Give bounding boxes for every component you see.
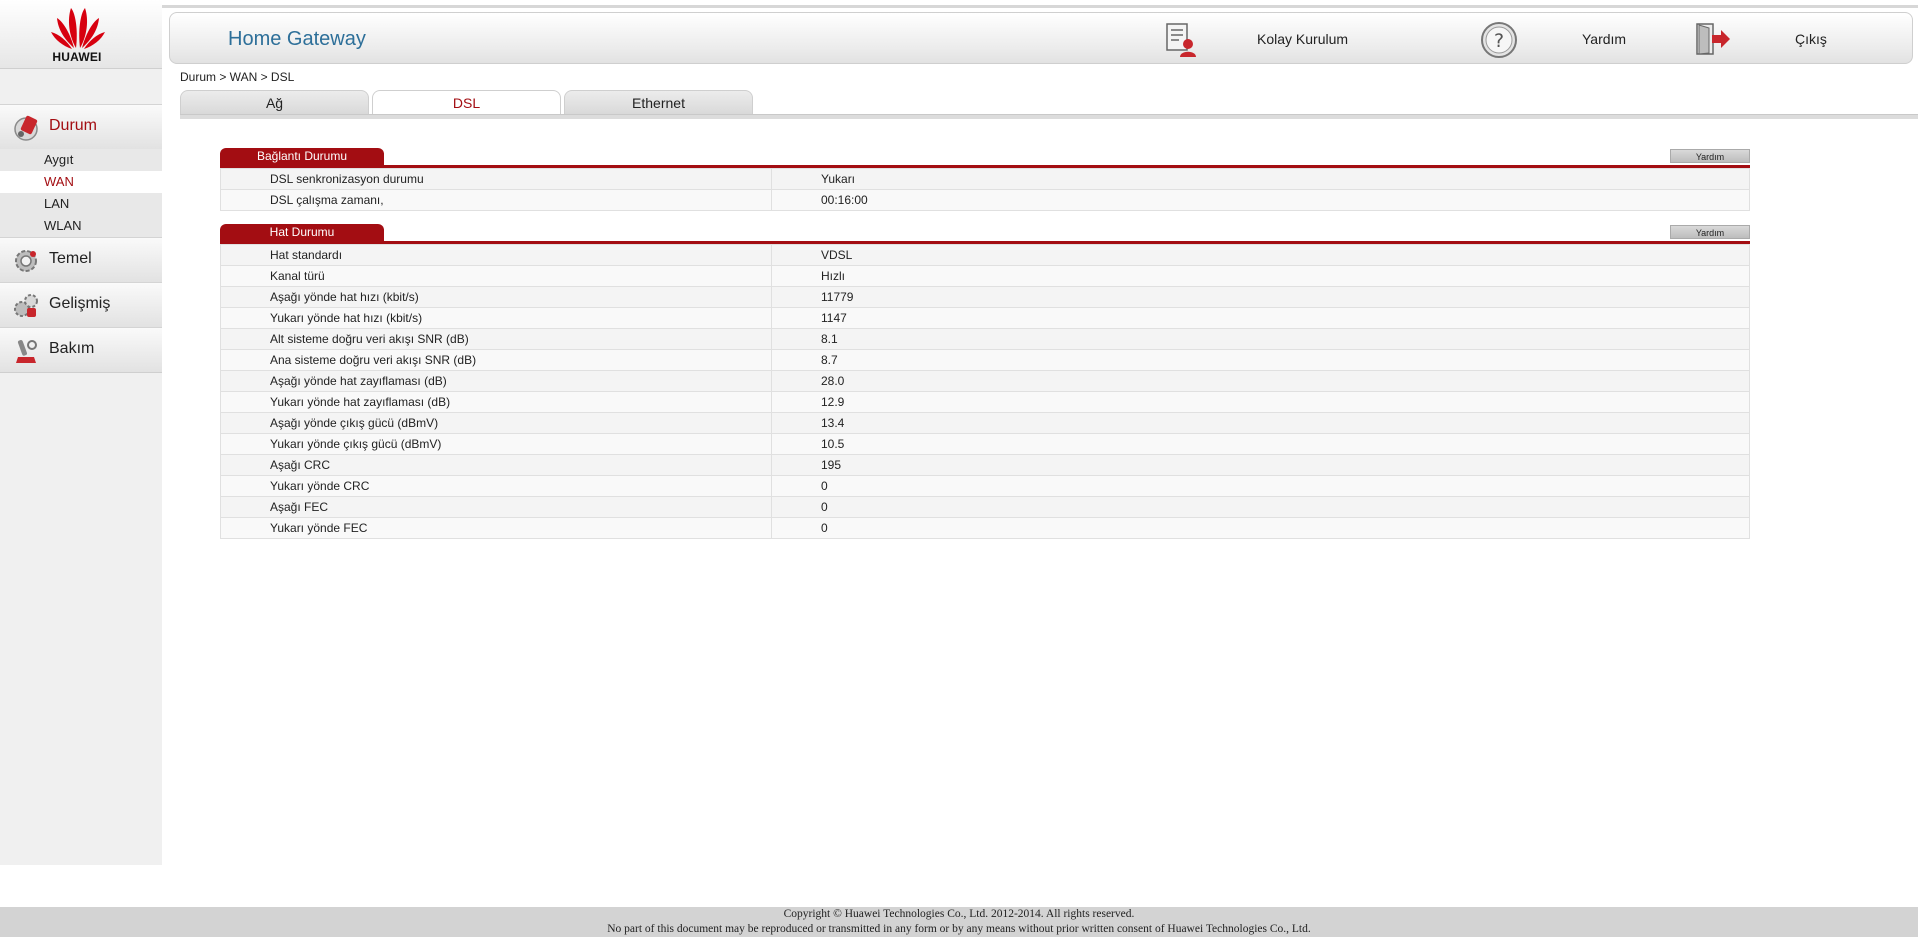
sidebar-subitem-lan[interactable]: LAN [0, 193, 162, 215]
huawei-logo-icon [51, 8, 105, 49]
row-value: 10.5 [771, 433, 1750, 455]
connection-status-table: DSL senkronizasyon durumu Yukarı DSL çalış… [220, 168, 1750, 211]
connection-status-section: Bağlantı Durumu Yardım DSL senkronizasyo… [220, 148, 1750, 211]
sidebar-item-bakim[interactable]: Bakım [0, 327, 162, 373]
row-label: DSL senkronizasyon durumu [220, 168, 772, 190]
section-help-button[interactable]: Yardım [1670, 149, 1750, 163]
row-label: Aşağı yönde hat hızı (kbit/s) [220, 286, 772, 308]
row-label: Ana sisteme doğru veri akışı SNR (dB) [220, 349, 772, 371]
breadcrumb: Durum > WAN > DSL [180, 70, 295, 84]
quick-setup-link[interactable]: Kolay Kurulum [1164, 13, 1394, 65]
header-bar: Home Gateway Kolay Kurulum ? Yardım Çıkı… [169, 12, 1913, 64]
row-value: 11779 [771, 286, 1750, 308]
sidebar-item-label: Bakım [49, 340, 95, 357]
sidebar-item-temel[interactable]: Temel [0, 237, 162, 283]
quick-setup-icon [1166, 23, 1196, 57]
table-row: Ana sisteme doğru veri akışı SNR (dB) 8.7 [220, 349, 1750, 371]
row-value: 8.7 [771, 349, 1750, 371]
table-row: Aşağı CRC 195 [220, 454, 1750, 476]
maintenance-icon [16, 340, 37, 363]
section-header: Bağlantı Durumu Yardım [220, 148, 1750, 168]
status-icon [14, 115, 38, 141]
table-row: Kanal türü Hızlı [220, 265, 1750, 287]
footer: Copyright © Huawei Technologies Co., Ltd… [0, 907, 1918, 937]
sidebar-item-label: Temel [49, 250, 92, 267]
row-value: 8.1 [771, 328, 1750, 350]
sidebar-item-gelismis[interactable]: Gelişmiş [0, 282, 162, 328]
row-value: 13.4 [771, 412, 1750, 434]
table-row: Aşağı yönde hat zayıflaması (dB) 28.0 [220, 370, 1750, 392]
advanced-settings-icon [14, 294, 38, 317]
row-label: Aşağı FEC [220, 496, 772, 518]
section-title: Bağlantı Durumu [220, 148, 384, 165]
line-status-section: Hat Durumu Yardım Hat standardı VDSL Kanal… [220, 224, 1750, 539]
top-strip [162, 5, 1918, 8]
sidebar-item-label: Gelişmiş [49, 295, 111, 312]
svg-text:?: ? [1494, 30, 1504, 52]
row-label: Aşağı yönde hat zayıflaması (dB) [220, 370, 772, 392]
row-value: Yukarı [771, 168, 1750, 190]
sidebar-item-label: Durum [49, 117, 98, 134]
row-value: 00:16:00 [771, 189, 1750, 211]
row-label: Yukarı yönde hat hızı (kbit/s) [220, 307, 772, 329]
table-row: DSL çalışma zamanı, 00:16:00 [220, 189, 1750, 211]
row-label: Yukarı yönde çıkış gücü (dBmV) [220, 433, 772, 455]
table-row: Aşağı yönde çıkış gücü (dBmV) 13.4 [220, 412, 1750, 434]
table-row: Aşağı yönde hat hızı (kbit/s) 11779 [220, 286, 1750, 308]
table-row: Yukarı yönde hat zayıflaması (dB) 12.9 [220, 391, 1750, 413]
section-title: Hat Durumu [220, 224, 384, 241]
row-label: Yukarı yönde hat zayıflaması (dB) [220, 391, 772, 413]
table-row: DSL senkronizasyon durumu Yukarı [220, 168, 1750, 190]
table-row: Alt sisteme doğru veri akışı SNR (dB) 8.1 [220, 328, 1750, 350]
tab-ag[interactable]: Ağ [180, 90, 369, 114]
row-label: Aşağı yönde çıkış gücü (dBmV) [220, 412, 772, 434]
sidebar-subitem-wlan[interactable]: WLAN [0, 215, 162, 237]
row-value: 12.9 [771, 391, 1750, 413]
help-label: Yardım [1582, 31, 1627, 47]
row-value: 28.0 [771, 370, 1750, 392]
tab-ethernet[interactable]: Ethernet [564, 90, 753, 114]
row-value: Hızlı [771, 265, 1750, 287]
sidebar: HUAWEI Durum Aygıt WAN LAN WLAN Temel Ge… [0, 0, 162, 865]
row-label: Hat standardı [220, 244, 772, 266]
sidebar-subitem-aygit[interactable]: Aygıt [0, 149, 162, 171]
row-value: 0 [771, 496, 1750, 518]
line-status-table: Hat standardı VDSL Kanal türü Hızlı Aşağı yö… [220, 244, 1750, 539]
table-row: Yukarı yönde CRC 0 [220, 475, 1750, 497]
row-label: Yukarı yönde CRC [220, 475, 772, 497]
basic-settings-icon [15, 250, 37, 272]
help-icon: ? [1481, 22, 1517, 58]
row-label: Aşağı CRC [220, 454, 772, 476]
quick-setup-label: Kolay Kurulum [1257, 31, 1349, 47]
huawei-logo: HUAWEI [0, 0, 162, 69]
section-help-button[interactable]: Yardım [1670, 225, 1750, 239]
row-label: Yukarı yönde FEC [220, 517, 772, 539]
row-value: 0 [771, 475, 1750, 497]
table-row: Aşağı FEC 0 [220, 496, 1750, 518]
legal-notice: No part of this document may be reproduc… [607, 923, 1311, 935]
tab-dsl[interactable]: DSL [372, 90, 561, 116]
help-link[interactable]: ? Yardım [1480, 13, 1660, 65]
sidebar-item-durum[interactable]: Durum [0, 104, 162, 150]
row-label: DSL çalışma zamanı, [220, 189, 772, 211]
tab-bar-divider [180, 114, 1918, 119]
row-label: Kanal türü [220, 265, 772, 287]
copyright-text: Copyright © Huawei Technologies Co., Ltd… [783, 908, 1135, 920]
table-row: Yukarı yönde FEC 0 [220, 517, 1750, 539]
table-row: Yukarı yönde hat hızı (kbit/s) 1147 [220, 307, 1750, 329]
row-value: VDSL [771, 244, 1750, 266]
section-header: Hat Durumu Yardım [220, 224, 1750, 244]
logout-link[interactable]: Çıkış [1694, 13, 1894, 65]
table-row: Hat standardı VDSL [220, 244, 1750, 266]
logo-text: HUAWEI [52, 50, 102, 64]
logout-label: Çıkış [1795, 31, 1827, 47]
row-value: 195 [771, 454, 1750, 476]
logout-icon [1696, 23, 1730, 55]
row-label: Alt sisteme doğru veri akışı SNR (dB) [220, 328, 772, 350]
row-value: 0 [771, 517, 1750, 539]
table-row: Yukarı yönde çıkış gücü (dBmV) 10.5 [220, 433, 1750, 455]
sidebar-subitem-wan[interactable]: WAN [0, 171, 162, 193]
app-title: Home Gateway [228, 28, 366, 50]
row-value: 1147 [771, 307, 1750, 329]
